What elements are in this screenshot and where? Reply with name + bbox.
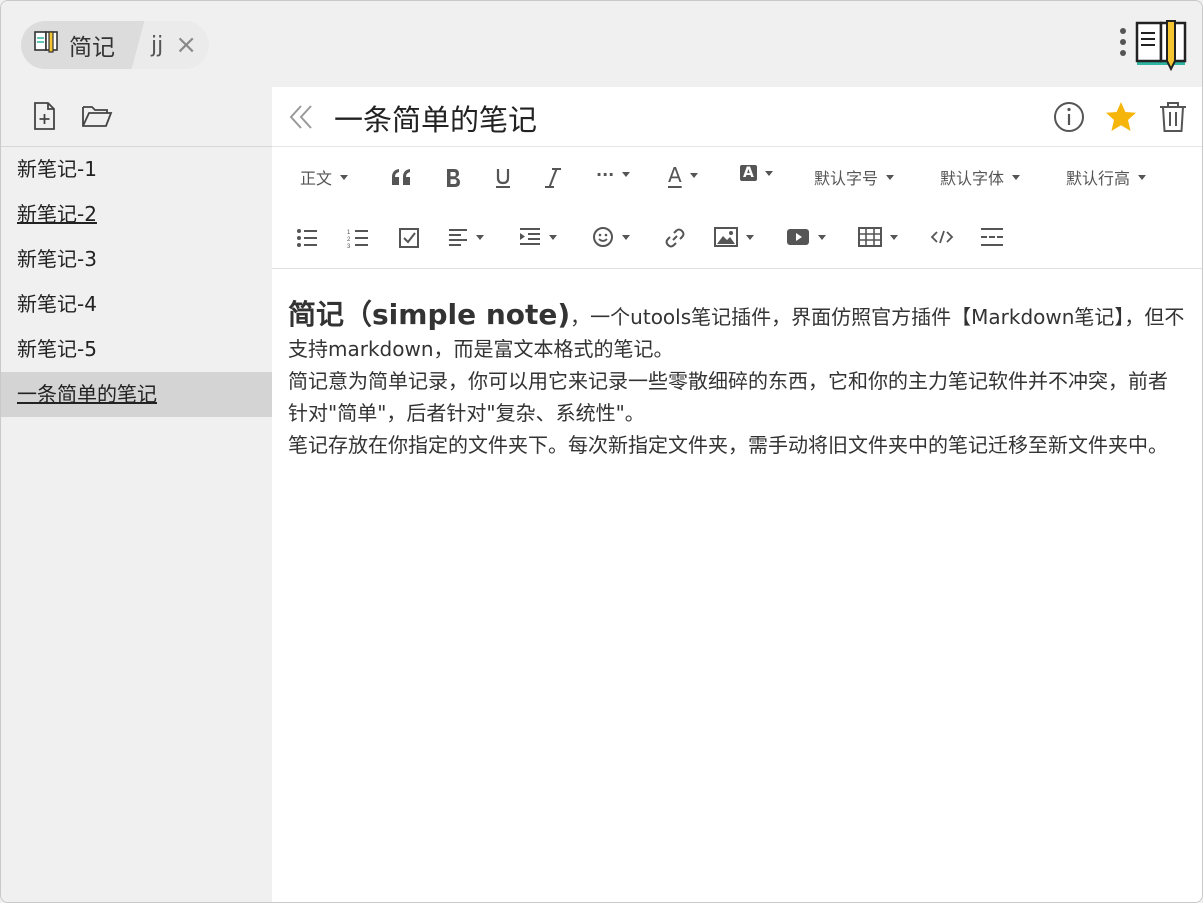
open-folder-icon[interactable] bbox=[81, 101, 113, 131]
svg-text:2: 2 bbox=[347, 237, 351, 243]
note-item-label: 新笔记-1 bbox=[17, 157, 97, 181]
background-color-icon: A bbox=[740, 165, 757, 181]
align-left-icon bbox=[449, 229, 467, 246]
note-title[interactable]: 一条简单的笔记 bbox=[334, 97, 537, 139]
title-bar: 一条简单的笔记 bbox=[272, 87, 1202, 147]
emoji-icon bbox=[593, 227, 613, 247]
font-family-label: 默认字体 bbox=[940, 169, 1005, 188]
note-item-label: 新笔记-4 bbox=[17, 292, 97, 316]
divider-icon[interactable] bbox=[980, 227, 1004, 247]
note-item[interactable]: 新笔记-2 bbox=[1, 192, 272, 237]
app-window: 简记 jj × 新笔记-1 新笔记-2 新笔记-3 新笔记-4 新笔记-5 一条… bbox=[0, 0, 1203, 903]
editor-content[interactable]: 简记（simple note)，一个utools笔记插件，界面仿照官方插件【Ma… bbox=[272, 269, 1202, 461]
info-icon[interactable] bbox=[1052, 100, 1086, 134]
new-note-icon[interactable] bbox=[29, 101, 59, 131]
breadcrumb-separator bbox=[131, 21, 145, 69]
paragraph-format-dropdown[interactable]: 正文 bbox=[300, 165, 349, 189]
checklist-icon[interactable] bbox=[398, 227, 420, 249]
editor-panel: 一条简单的笔记 正文 ··· A A 默认字号 默认字体 默认行高 1 2 3 … bbox=[272, 87, 1202, 902]
indent-dropdown[interactable] bbox=[519, 227, 557, 247]
image-icon bbox=[714, 227, 738, 247]
note-item-label: 新笔记-3 bbox=[17, 247, 97, 271]
bold-icon[interactable] bbox=[444, 167, 462, 189]
svg-text:3: 3 bbox=[347, 244, 351, 249]
svg-text:1: 1 bbox=[347, 230, 351, 236]
note-item-label: 新笔记-2 bbox=[17, 202, 97, 226]
line-height-dropdown[interactable]: 默认行高 bbox=[1066, 165, 1147, 189]
video-dropdown[interactable] bbox=[786, 228, 826, 246]
numbered-list-icon[interactable]: 123 bbox=[347, 227, 369, 249]
emoji-dropdown[interactable] bbox=[592, 226, 630, 248]
link-icon[interactable] bbox=[664, 227, 686, 249]
plugin-name: 简记 bbox=[69, 35, 115, 61]
font-color-dropdown[interactable]: A bbox=[668, 163, 698, 187]
note-item[interactable]: 新笔记-3 bbox=[1, 237, 272, 282]
sub-tab-label: jj bbox=[151, 32, 164, 58]
font-color-icon: A bbox=[668, 163, 682, 187]
font-size-dropdown[interactable]: 默认字号 bbox=[814, 165, 895, 189]
italic-icon[interactable] bbox=[544, 167, 562, 189]
note-item[interactable]: 新笔记-5 bbox=[1, 327, 272, 372]
content-paragraph: 简记（simple note)，一个utools笔记插件，界面仿照官方插件【Ma… bbox=[288, 299, 1186, 365]
editor-toolbar: 正文 ··· A A 默认字号 默认字体 默认行高 1 2 3 bbox=[272, 147, 1202, 269]
paragraph-format-label: 正文 bbox=[300, 169, 333, 188]
sidebar: 新笔记-1 新笔记-2 新笔记-3 新笔记-4 新笔记-5 一条简单的笔记 bbox=[1, 87, 272, 902]
notes-list: 新笔记-1 新笔记-2 新笔记-3 新笔记-4 新笔记-5 一条简单的笔记 bbox=[1, 147, 272, 417]
top-bar: 简记 jj × bbox=[1, 1, 1202, 87]
code-icon[interactable] bbox=[930, 228, 954, 246]
note-item-label: 一条简单的笔记 bbox=[17, 382, 157, 406]
notebook-icon bbox=[33, 29, 61, 61]
content-paragraph: 简记意为简单记录，你可以用它来记录一些零散细碎的东西，它和你的主力笔记软件并不冲… bbox=[288, 369, 1168, 425]
font-family-dropdown[interactable]: 默认字体 bbox=[940, 165, 1021, 189]
star-icon[interactable] bbox=[1104, 100, 1138, 134]
content-paragraph: 笔记存放在你指定的文件夹下。每次新指定文件夹，需手动将旧文件夹中的笔记迁移至新文… bbox=[288, 433, 1168, 457]
video-icon bbox=[787, 229, 809, 245]
indent-icon bbox=[520, 228, 540, 245]
underline-icon[interactable] bbox=[494, 167, 512, 189]
table-dropdown[interactable] bbox=[858, 227, 898, 247]
more-menu-icon[interactable] bbox=[1117, 28, 1129, 60]
sub-tab[interactable]: jj × bbox=[145, 21, 210, 69]
note-item[interactable]: 新笔记-1 bbox=[1, 147, 272, 192]
note-item-active[interactable]: 一条简单的笔记 bbox=[1, 372, 272, 417]
trash-icon[interactable] bbox=[1158, 100, 1192, 134]
bullet-list-icon[interactable] bbox=[296, 227, 318, 249]
blockquote-icon[interactable] bbox=[390, 167, 412, 187]
table-icon bbox=[858, 227, 882, 247]
note-item[interactable]: 新笔记-4 bbox=[1, 282, 272, 327]
plugin-tab[interactable]: 简记 bbox=[21, 21, 131, 69]
app-logo-icon bbox=[1133, 19, 1189, 72]
note-item-label: 新笔记-5 bbox=[17, 337, 97, 361]
background-color-dropdown[interactable]: A bbox=[740, 165, 773, 181]
close-icon[interactable]: × bbox=[175, 32, 197, 58]
image-dropdown[interactable] bbox=[714, 227, 754, 247]
align-dropdown[interactable] bbox=[448, 227, 484, 247]
sidebar-toolbar bbox=[1, 87, 272, 147]
more-formats-label: ··· bbox=[596, 165, 615, 184]
font-size-label: 默认字号 bbox=[814, 169, 879, 188]
content-heading: 简记（simple note) bbox=[288, 298, 571, 331]
more-formats-dropdown[interactable]: ··· bbox=[596, 165, 631, 184]
collapse-sidebar-icon[interactable] bbox=[286, 101, 318, 133]
plugin-breadcrumb: 简记 jj × bbox=[21, 21, 210, 69]
line-height-label: 默认行高 bbox=[1066, 169, 1131, 188]
